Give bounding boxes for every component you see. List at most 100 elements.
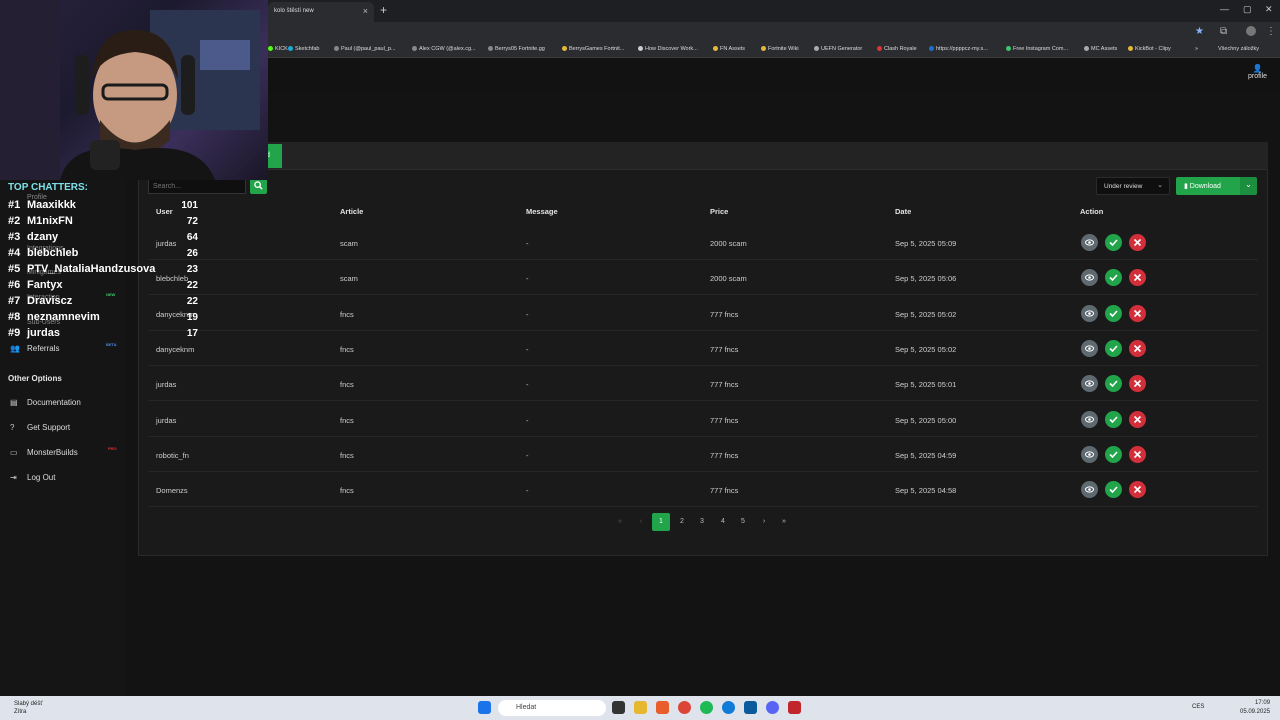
edge-icon[interactable] <box>722 701 735 714</box>
browser-menu-icon[interactable]: ⋮ <box>1266 26 1276 37</box>
bookmark-item[interactable]: https://ppppcz-my.s... <box>929 46 988 52</box>
status-filter-select[interactable]: Under review ⌄ <box>1096 177 1170 195</box>
reject-button[interactable] <box>1129 269 1146 287</box>
reject-button[interactable] <box>1129 410 1146 428</box>
file-explorer-icon[interactable] <box>634 701 647 714</box>
discord-icon[interactable] <box>766 701 779 714</box>
search-input[interactable] <box>148 178 246 194</box>
windows-taskbar: Slabý déšť Zítra Hledat CES 17:09 05.09.… <box>0 696 1280 720</box>
cell-user: robotic_fn <box>156 450 189 460</box>
last-page-button[interactable]: » <box>775 513 793 531</box>
office-icon[interactable] <box>656 701 669 714</box>
approve-button[interactable] <box>1105 445 1122 463</box>
bookmark-favicon-icon <box>713 46 718 51</box>
windows-start-icon[interactable] <box>478 701 491 714</box>
prev-page-button[interactable]: ‹ <box>632 513 650 531</box>
browser-avatar[interactable] <box>1246 26 1256 36</box>
approve-button[interactable] <box>1105 234 1122 251</box>
cell-date: Sep 5, 2025 05:09 <box>895 239 957 248</box>
minimize-icon[interactable]: — <box>1220 4 1229 14</box>
chrome-icon[interactable] <box>678 701 691 714</box>
bookmark-item[interactable]: Berrys05 Fortnite.gg <box>488 46 545 52</box>
reject-button[interactable] <box>1129 304 1146 322</box>
task-view-icon[interactable] <box>612 701 625 714</box>
extensions-icon[interactable]: ⧉ <box>1220 26 1227 37</box>
profile-label: profile <box>1248 73 1268 80</box>
page-button[interactable]: 3 <box>693 513 711 531</box>
bookmark-item[interactable]: Clash Royale <box>877 46 917 52</box>
reject-button[interactable] <box>1129 445 1146 463</box>
bookmark-item[interactable]: FN Assets <box>713 46 745 52</box>
profile-menu[interactable]: 👤 profile <box>1248 64 1267 80</box>
card-header <box>138 142 1268 170</box>
approve-button[interactable] <box>1105 269 1122 287</box>
download-button[interactable]: ▮ Download <box>1176 177 1240 195</box>
maximize-icon[interactable]: ▢ <box>1243 4 1252 15</box>
sidebar-item-get-support[interactable]: ? Get Support <box>10 423 70 432</box>
reject-button[interactable] <box>1129 481 1146 499</box>
bookmark-item[interactable]: KICK <box>268 46 288 52</box>
chatter-entry: #4 blebchleb <box>8 247 78 259</box>
close-window-icon[interactable]: ✕ <box>1265 4 1273 15</box>
bookmark-item[interactable]: MC Assets <box>1084 46 1117 52</box>
view-button[interactable] <box>1081 304 1098 322</box>
view-button[interactable] <box>1081 481 1098 499</box>
approve-button[interactable] <box>1105 339 1122 357</box>
reject-button[interactable] <box>1129 339 1146 357</box>
chatter-name: M1nixFN <box>27 215 73 227</box>
new-tab-button[interactable]: + <box>380 3 387 17</box>
sidebar-item-monsterbuilds[interactable]: ▭ MonsterBuilds <box>10 448 78 457</box>
browser-tab[interactable]: kolo štěstí new × <box>268 2 374 22</box>
view-button[interactable] <box>1081 234 1098 251</box>
next-page-button[interactable]: › <box>755 513 773 531</box>
cell-date: Sep 5, 2025 05:01 <box>895 380 957 390</box>
clock[interactable]: 17:09 05.09.2025 <box>1240 699 1270 717</box>
bookmark-item[interactable]: UEFN Generator <box>814 46 862 52</box>
clock-time: 17:09 <box>1255 700 1271 706</box>
bookmark-item[interactable]: Alex CGW (@alex.cg... <box>412 46 476 52</box>
weather-widget[interactable]: Slabý déšť Zítra <box>14 700 43 716</box>
bookmark-item[interactable]: BerrysGames Fortnit... <box>562 46 624 52</box>
chatter-count: 101 <box>181 200 198 211</box>
approve-button[interactable] <box>1105 481 1122 499</box>
bookmark-item[interactable]: How Discover Work... <box>638 46 698 52</box>
view-button[interactable] <box>1081 410 1098 428</box>
chatter-name: PTV_NataliaHandzusova <box>27 263 156 275</box>
view-button[interactable] <box>1081 339 1098 357</box>
close-tab-icon[interactable]: × <box>363 6 368 16</box>
approve-button[interactable] <box>1105 375 1122 393</box>
view-button[interactable] <box>1081 269 1098 287</box>
all-bookmarks-folder[interactable]: Všechny záložky <box>1218 46 1259 52</box>
approve-button[interactable] <box>1105 304 1122 322</box>
sidebar-item-log-out[interactable]: ⇥ Log Out <box>10 473 55 482</box>
spotify-icon[interactable] <box>700 701 713 714</box>
language-indicator[interactable]: CES <box>1192 704 1204 710</box>
store-icon[interactable] <box>744 701 757 714</box>
bookmark-item[interactable]: Fortnite Wiki <box>761 46 799 52</box>
bookmark-label: BerrysGames Fortnit... <box>569 46 625 52</box>
bookmarks-more-button[interactable]: » <box>1195 46 1198 52</box>
page-button[interactable]: 5 <box>734 513 752 531</box>
first-page-button[interactable]: « <box>611 513 629 531</box>
bookmark-favicon-icon <box>638 46 643 51</box>
page-button[interactable]: 4 <box>714 513 732 531</box>
search-button[interactable] <box>250 178 267 194</box>
page-button[interactable]: 1 <box>652 513 670 531</box>
bookmark-star-icon[interactable]: ★ <box>1195 26 1204 37</box>
page-button[interactable]: 2 <box>673 513 691 531</box>
bookmark-item[interactable]: Sketchfab <box>288 46 319 52</box>
view-button[interactable] <box>1081 445 1098 463</box>
bookmark-favicon-icon <box>929 46 934 51</box>
sidebar-item-referrals[interactable]: 👥 Referrals <box>10 344 59 353</box>
reject-button[interactable] <box>1129 375 1146 393</box>
download-dropdown-button[interactable]: ⌄ <box>1240 177 1257 195</box>
bookmark-item[interactable]: Paul (@paul_paul_p... <box>334 46 396 52</box>
bookmark-item[interactable]: Free Instagram Com... <box>1006 46 1068 52</box>
bookmark-item[interactable]: KickBot - Clipy <box>1128 46 1171 52</box>
reject-button[interactable] <box>1129 234 1146 251</box>
sidebar-item-documentation[interactable]: ▤ Documentation <box>10 398 81 407</box>
app-icon[interactable] <box>788 701 801 714</box>
approve-button[interactable] <box>1105 410 1122 428</box>
taskbar-search[interactable]: Hledat <box>498 700 606 716</box>
view-button[interactable] <box>1081 375 1098 393</box>
